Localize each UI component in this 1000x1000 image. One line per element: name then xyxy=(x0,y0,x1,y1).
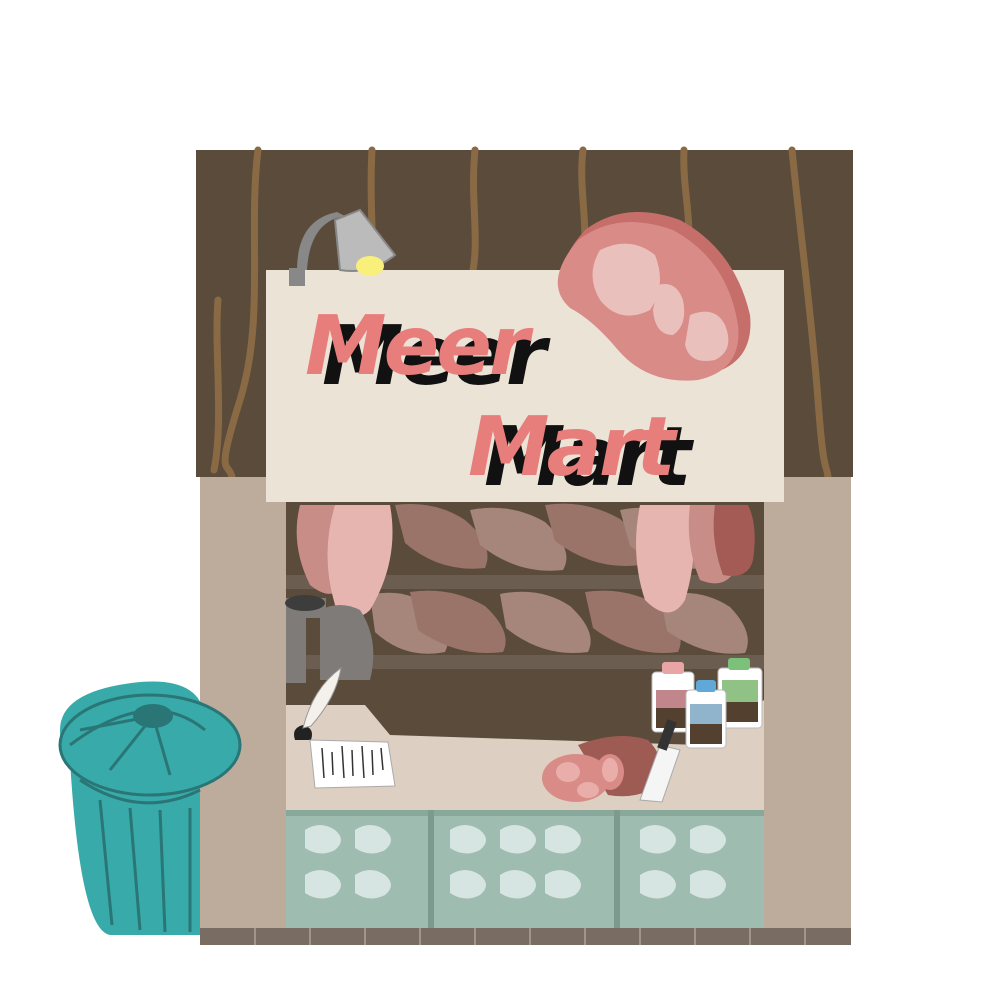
shelf-meat-row-lower xyxy=(370,590,748,654)
sign-line1: Meer xyxy=(305,299,534,394)
receipt-note-icon xyxy=(309,739,396,789)
shop-base xyxy=(200,928,851,945)
meat-shop-illustration: Meer Mart Meer Mart xyxy=(58,146,853,945)
sign-line2: Mart xyxy=(468,400,678,495)
display-case xyxy=(286,810,764,928)
